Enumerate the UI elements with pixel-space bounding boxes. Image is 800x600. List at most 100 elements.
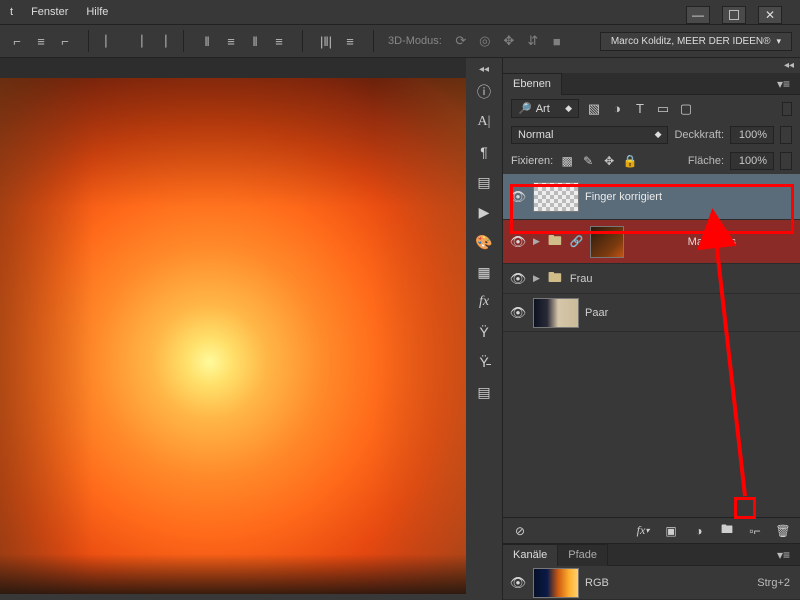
channels-panel-tabbar: Kanäle Pfade ▾≡ bbox=[503, 544, 800, 566]
opacity-value[interactable]: 100% bbox=[730, 126, 774, 144]
actions-panel-icon[interactable]: ▶ bbox=[470, 197, 498, 227]
lock-position-icon[interactable]: ✥ bbox=[601, 153, 617, 169]
window-maximize-button[interactable] bbox=[722, 6, 746, 24]
layers-tab[interactable]: Ebenen bbox=[503, 73, 562, 95]
channel-shortcut: Strg+2 bbox=[757, 577, 794, 589]
distribute-h-icon[interactable]: ‖ bbox=[198, 32, 216, 50]
layer-name[interactable]: Mann aus bbox=[630, 236, 794, 248]
document-tab[interactable] bbox=[0, 58, 466, 78]
visibility-toggle[interactable]: 👁 bbox=[509, 305, 527, 321]
align-hcenter-icon[interactable]: ⎹ bbox=[127, 32, 145, 50]
layer-mask-icon[interactable]: ▣ bbox=[662, 522, 680, 540]
filter-smart-icon[interactable]: ▢ bbox=[677, 100, 695, 118]
layer-group-item[interactable]: 👁 ▶ 🖿 🔗 Mann aus bbox=[503, 220, 800, 264]
layer-thumbnail[interactable] bbox=[533, 182, 579, 212]
filter-toggle[interactable] bbox=[782, 102, 792, 116]
layer-thumbnail[interactable] bbox=[533, 298, 579, 328]
visibility-toggle[interactable]: 👁 bbox=[509, 189, 527, 205]
brush-panel-icon[interactable]: Ÿ bbox=[470, 317, 498, 347]
layer-name[interactable]: Paar bbox=[585, 307, 794, 319]
layer-item[interactable]: 👁 Finger korrigiert bbox=[503, 174, 800, 220]
layers-comp-panel-icon[interactable]: ▤ bbox=[470, 377, 498, 407]
lock-transparency-icon[interactable]: ▩ bbox=[559, 153, 575, 169]
panel-menu-icon[interactable]: ▾≡ bbox=[767, 77, 800, 91]
layer-name[interactable]: Frau bbox=[570, 273, 794, 285]
document-canvas[interactable] bbox=[0, 78, 466, 594]
filter-type-icon[interactable]: T bbox=[631, 100, 649, 118]
window-minimize-button[interactable]: — bbox=[686, 6, 710, 24]
disclosure-triangle-icon[interactable]: ▶ bbox=[533, 273, 540, 284]
zoom-3d-icon[interactable]: ■ bbox=[548, 32, 566, 50]
paths-tab[interactable]: Pfade bbox=[558, 544, 608, 566]
orbit-3d-icon[interactable]: ⟳ bbox=[452, 32, 470, 50]
filter-pixel-icon[interactable]: ▧ bbox=[585, 100, 603, 118]
channel-name: RGB bbox=[585, 577, 751, 589]
align-left-icon[interactable]: ⎸ bbox=[103, 32, 121, 50]
delete-layer-icon[interactable]: 🗑 bbox=[774, 522, 792, 540]
link-layers-icon[interactable]: ⊘ bbox=[511, 522, 529, 540]
distribute-hc-icon[interactable]: ‖ bbox=[246, 32, 264, 50]
layers-panel-tabbar: Ebenen ▾≡ bbox=[503, 73, 800, 95]
align-bottom-icon[interactable]: ⌐ bbox=[56, 32, 74, 50]
new-group-icon[interactable]: 🖿 bbox=[718, 522, 736, 540]
panel-menu-icon[interactable]: ▾≡ bbox=[767, 548, 800, 562]
visibility-toggle[interactable]: 👁 bbox=[509, 271, 527, 287]
menu-item-window[interactable]: Fenster bbox=[31, 6, 68, 18]
workspace-label: Marco Kolditz, MEER DER IDEEN® bbox=[611, 36, 771, 47]
align-top-icon[interactable]: ⌐ bbox=[8, 32, 26, 50]
layer-thumbnail[interactable] bbox=[590, 226, 624, 258]
color-panel-icon[interactable]: 🎨 bbox=[470, 227, 498, 257]
menu-item[interactable]: t bbox=[10, 6, 13, 18]
collapse-panels-icon[interactable]: ◂◂ bbox=[784, 58, 800, 73]
layer-name[interactable]: Finger korrigiert bbox=[585, 191, 794, 203]
visibility-toggle[interactable]: 👁 bbox=[509, 575, 527, 591]
channel-item[interactable]: 👁 RGB Strg+2 bbox=[503, 566, 800, 600]
character-panel-icon[interactable]: A| bbox=[470, 107, 498, 137]
brush-presets-panel-icon[interactable]: Ÿ̵ bbox=[470, 347, 498, 377]
roll-3d-icon[interactable]: ◎ bbox=[476, 32, 494, 50]
pan-3d-icon[interactable]: ✥ bbox=[500, 32, 518, 50]
channels-tab[interactable]: Kanäle bbox=[503, 544, 558, 566]
menu-item-help[interactable]: Hilfe bbox=[86, 6, 108, 18]
filter-kind-dropdown[interactable]: 🔎 Art ◆ bbox=[511, 99, 579, 118]
new-layer-icon[interactable]: ▫⌐ bbox=[746, 522, 764, 540]
align-right-icon[interactable]: ⎹ bbox=[151, 32, 169, 50]
mode-3d-label: 3D-Modus: bbox=[388, 35, 442, 47]
align-vcenter-icon[interactable]: ≡ bbox=[32, 32, 50, 50]
slide-3d-icon[interactable]: ⇵ bbox=[524, 32, 542, 50]
filter-adjust-icon[interactable]: ◑ bbox=[608, 100, 626, 118]
spacing-h-icon[interactable]: |‖| bbox=[317, 32, 335, 50]
folder-icon: 🖿 bbox=[548, 267, 562, 291]
filter-shape-icon[interactable]: ▭ bbox=[654, 100, 672, 118]
layer-group-item[interactable]: 👁 ▶ 🖿 Frau bbox=[503, 264, 800, 294]
lock-pixels-icon[interactable]: ✎ bbox=[580, 153, 596, 169]
fill-label: Fläche: bbox=[688, 155, 724, 167]
layer-filter-row: 🔎 Art ◆ ▧ ◑ T ▭ ▢ bbox=[503, 95, 800, 122]
layer-effects-icon[interactable]: fx▾ bbox=[634, 522, 652, 540]
adjustment-layer-icon[interactable]: ◑ bbox=[690, 522, 708, 540]
paragraph-panel-icon[interactable]: ¶ bbox=[470, 137, 498, 167]
notes-panel-icon[interactable]: ▤ bbox=[470, 167, 498, 197]
distribute-v-icon[interactable]: ≡ bbox=[222, 32, 240, 50]
distribute-vc-icon[interactable]: ≡ bbox=[270, 32, 288, 50]
fill-stepper[interactable] bbox=[780, 152, 792, 170]
visibility-toggle[interactable]: 👁 bbox=[509, 234, 527, 250]
styles-panel-icon[interactable]: fx bbox=[470, 287, 498, 317]
lock-all-icon[interactable]: 🔒 bbox=[622, 153, 638, 169]
info-panel-icon[interactable]: ⓘ bbox=[470, 77, 498, 107]
align-icons: ⌐ ≡ ⌐ bbox=[8, 32, 74, 50]
workspace-dropdown[interactable]: Marco Kolditz, MEER DER IDEEN® ▾ bbox=[600, 32, 792, 51]
spacing-v-icon[interactable]: ≡ bbox=[341, 32, 359, 50]
window-close-button[interactable]: ✕ bbox=[758, 6, 782, 24]
disclosure-triangle-icon[interactable]: ▶ bbox=[533, 236, 540, 247]
window-controls: — ✕ bbox=[686, 6, 782, 24]
layer-item[interactable]: 👁 Paar bbox=[503, 294, 800, 332]
expand-panels-icon[interactable]: ◂◂ bbox=[479, 62, 489, 77]
menu-bar: t Fenster Hilfe bbox=[0, 0, 800, 24]
clips-panel-icon[interactable]: ▦ bbox=[470, 257, 498, 287]
fill-value[interactable]: 100% bbox=[730, 152, 774, 170]
blend-mode-dropdown[interactable]: Normal ◆ bbox=[511, 126, 668, 144]
layer-list: 👁 Finger korrigiert 👁 ▶ 🖿 🔗 Mann aus 👁 bbox=[503, 174, 800, 517]
lock-fill-row: Fixieren: ▩ ✎ ✥ 🔒 Fläche: 100% bbox=[503, 148, 800, 174]
opacity-stepper[interactable] bbox=[780, 126, 792, 144]
